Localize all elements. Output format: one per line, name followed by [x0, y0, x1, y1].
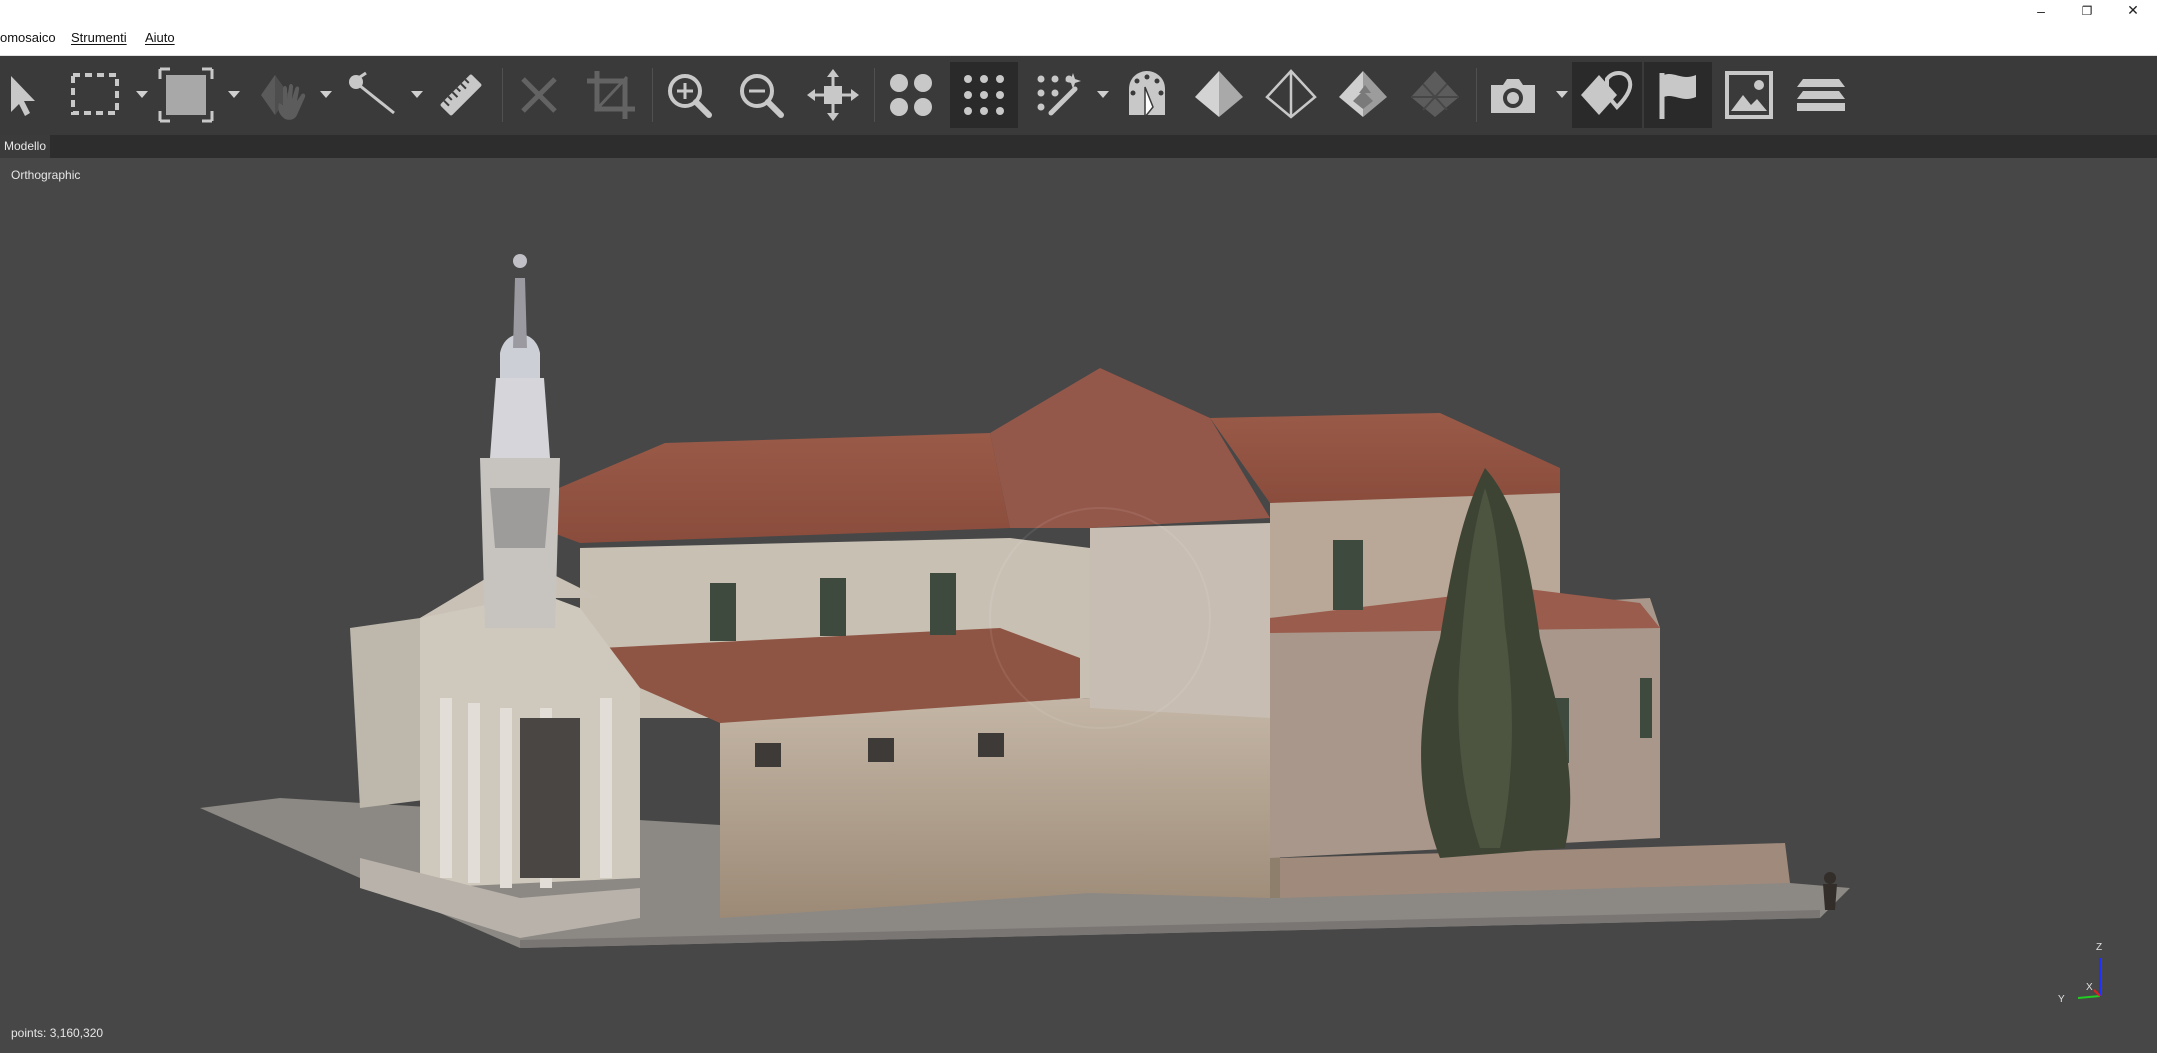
- zoom-in-icon: [668, 74, 712, 118]
- chevron-down-icon: [228, 91, 240, 98]
- chevron-down-icon: [411, 91, 423, 98]
- tie-points-icon: [1129, 71, 1165, 120]
- toolbar-separator: [652, 68, 653, 122]
- measure-icon: [349, 71, 395, 115]
- classify-points-button[interactable]: [1024, 62, 1090, 128]
- solid-model-button[interactable]: [1186, 62, 1252, 128]
- chevron-down-icon: [1556, 91, 1568, 98]
- shape-selection-dropdown[interactable]: [225, 86, 243, 104]
- main-toolbar: [0, 56, 2157, 135]
- chevron-down-icon: [320, 91, 332, 98]
- image-icon: [1725, 71, 1773, 119]
- textured-model-icon: [1339, 71, 1387, 117]
- points-count-label: points: 3,160,320: [11, 1026, 104, 1040]
- show-layers-button[interactable]: [1788, 62, 1854, 128]
- shape-selection-button[interactable]: [150, 62, 222, 128]
- markers-flag-icon: [1659, 73, 1696, 119]
- shapes-icon: [1581, 71, 1633, 115]
- view-tab-bar: Modello: [0, 135, 2157, 158]
- chevron-down-icon: [1097, 91, 1109, 98]
- axis-z-label: Z: [2096, 942, 2102, 953]
- ruler-button[interactable]: [428, 62, 494, 128]
- delete-selection-button[interactable]: [506, 62, 572, 128]
- crop-selection-button[interactable]: [578, 62, 644, 128]
- axis-x-label: X: [2086, 982, 2093, 993]
- tiled-model-button[interactable]: [1402, 62, 1468, 128]
- crop-icon: [587, 71, 635, 119]
- toolbar-separator: [874, 68, 875, 122]
- axis-y-label: Y: [2058, 994, 2065, 1005]
- textured-model-button[interactable]: [1330, 62, 1396, 128]
- show-images-button[interactable]: [1716, 62, 1782, 128]
- model-viewport[interactable]: Orthographic Z X Y points: 3,160,320: [0, 158, 2157, 1053]
- layers-icon: [1797, 79, 1845, 111]
- menu-item-aiuto[interactable]: Aiuto: [145, 30, 175, 45]
- reset-view-button[interactable]: [800, 62, 866, 128]
- rectangle-selection-button[interactable]: [58, 62, 130, 128]
- navigation-dropdown[interactable]: [317, 86, 335, 104]
- axes-gizmo: Z X Y: [2058, 942, 2102, 1005]
- zoom-out-button[interactable]: [728, 62, 794, 128]
- restore-button[interactable]: ❐: [2064, 0, 2110, 21]
- navigation-mode-button[interactable]: [245, 62, 317, 128]
- point-cloud-view-button[interactable]: [878, 62, 944, 128]
- measure-dropdown[interactable]: [408, 86, 426, 104]
- point-cloud-render: [200, 254, 1850, 948]
- classify-points-dropdown[interactable]: [1094, 86, 1112, 104]
- tie-points-view-button[interactable]: [1114, 62, 1180, 128]
- minimize-button[interactable]: –: [2018, 0, 2064, 21]
- select-tool-button[interactable]: [0, 62, 42, 128]
- shape-select-icon: [158, 67, 214, 123]
- wireframe-model-button[interactable]: [1258, 62, 1324, 128]
- camera-icon: [1491, 79, 1535, 113]
- window-titlebar: – ❐ ✕: [0, 0, 2157, 21]
- tiled-model-icon: [1411, 71, 1459, 117]
- dense-cloud-view-button[interactable]: [950, 62, 1018, 128]
- select-icon: [11, 76, 35, 116]
- ruler-icon: [440, 74, 482, 116]
- rectangle-select-icon: [71, 73, 119, 115]
- chevron-down-icon: [136, 91, 148, 98]
- show-shapes-button[interactable]: [1572, 62, 1642, 128]
- dense-cloud-icon: [964, 75, 1004, 115]
- zoom-out-icon: [740, 74, 784, 118]
- rectangle-selection-dropdown[interactable]: [133, 86, 151, 104]
- point-cloud-icon: [890, 74, 932, 116]
- wireframe-model-icon: [1265, 69, 1317, 119]
- show-cameras-button[interactable]: [1480, 62, 1546, 128]
- zoom-in-button[interactable]: [656, 62, 722, 128]
- toolbar-separator: [502, 68, 503, 122]
- solid-model-icon: [1195, 71, 1243, 117]
- show-markers-button[interactable]: [1644, 62, 1712, 128]
- menu-item-ortomosaico[interactable]: omosaico: [0, 30, 56, 45]
- close-button[interactable]: ✕: [2110, 0, 2156, 21]
- menu-bar: omosaico Strumenti Aiuto: [0, 21, 2157, 56]
- measure-tool-button[interactable]: [336, 62, 408, 128]
- classify-points-icon: [1037, 73, 1081, 116]
- delete-icon: [521, 77, 557, 113]
- navigate-hand-icon: [261, 75, 306, 120]
- cameras-dropdown[interactable]: [1553, 86, 1571, 104]
- reset-view-icon: [807, 69, 859, 121]
- menu-item-strumenti[interactable]: Strumenti: [71, 30, 127, 45]
- toolbar-separator: [1476, 68, 1477, 122]
- tab-modello[interactable]: Modello: [0, 135, 51, 158]
